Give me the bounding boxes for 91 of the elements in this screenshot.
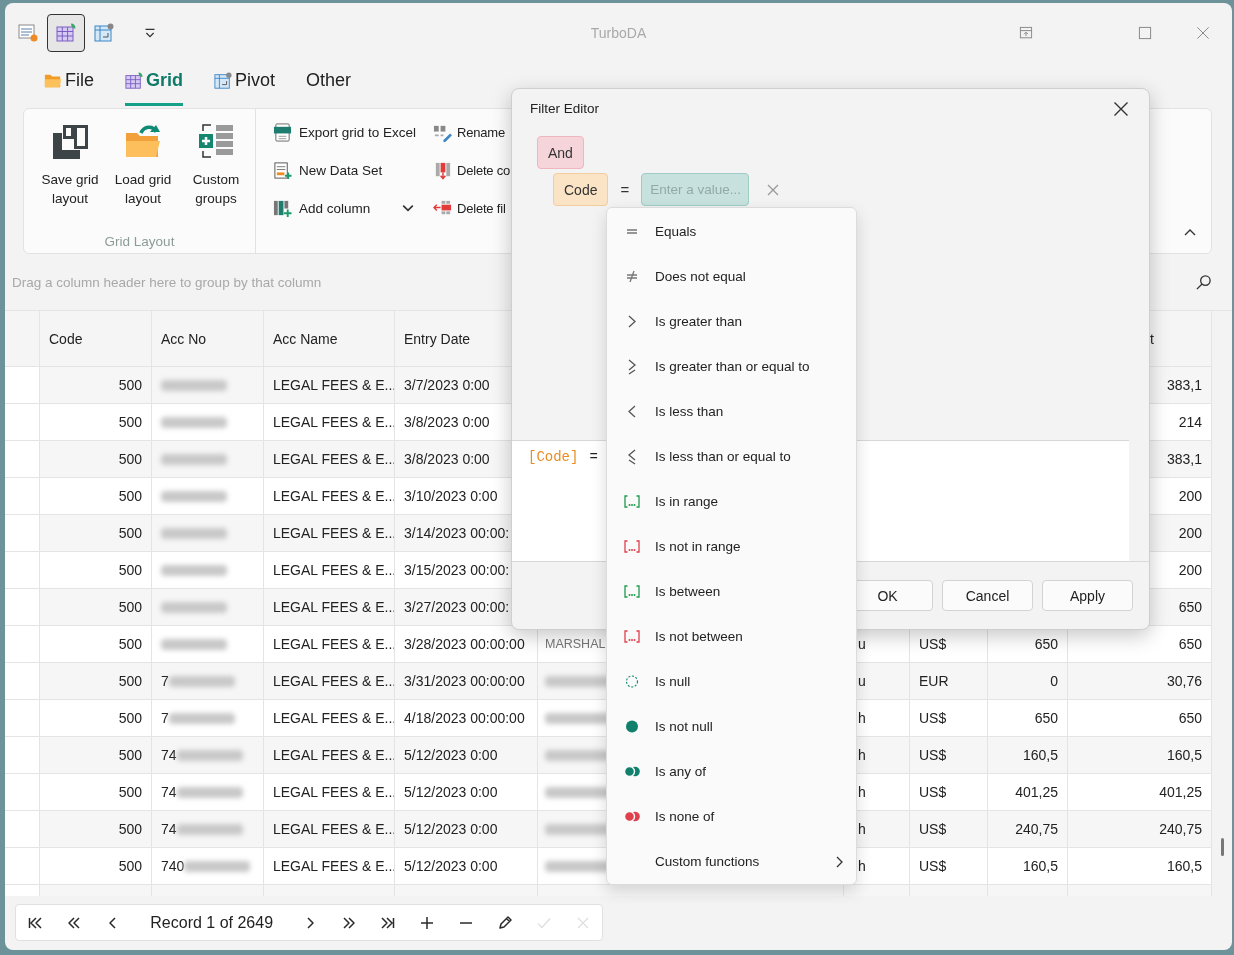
table-cell: 200 xyxy=(1178,488,1202,504)
expression-field: [Code] xyxy=(528,449,579,465)
table-cell: LEGAL FEES & E... xyxy=(273,525,394,541)
table-cell: 500 xyxy=(118,673,142,689)
table-cell: 3/10/2023 0:00 xyxy=(404,488,498,504)
table-cell: 160,5 xyxy=(1022,747,1058,763)
table-cell: h xyxy=(858,747,866,763)
table-cell: 5/12/2023 0:00 xyxy=(404,784,498,800)
account-number: 74 xyxy=(161,821,177,837)
table-cell: 5/12/2023 0:00 xyxy=(404,821,498,837)
table-cell: US$ xyxy=(919,784,947,800)
table-cell: 160,5 xyxy=(1022,858,1058,874)
table-cell: 401,25 xyxy=(1015,784,1058,800)
table-cell: 650 xyxy=(1034,710,1058,726)
table-cell: US$ xyxy=(919,636,947,652)
table-cell: 500 xyxy=(118,562,142,578)
window-title: TurboDA xyxy=(590,24,647,41)
table-cell: 500 xyxy=(118,525,142,541)
record-counter: Record 1 of 2649 xyxy=(149,912,275,933)
account-number: 7 xyxy=(161,673,169,689)
table-cell: 500 xyxy=(118,784,142,800)
table-cell: US$ xyxy=(919,710,947,726)
dialog-title: Filter Editor xyxy=(530,101,601,116)
table-cell: 650 xyxy=(1034,636,1058,652)
table-cell: 240,75 xyxy=(1159,821,1202,837)
table-cell: 240,75 xyxy=(1015,821,1058,837)
table-cell: 500 xyxy=(118,710,142,726)
table-cell: 0 xyxy=(1050,673,1058,689)
table-cell: 500 xyxy=(118,821,142,837)
table-cell: LEGAL FEES & E... xyxy=(273,747,394,763)
table-cell: u xyxy=(858,636,866,652)
table-cell: LEGAL FEES & E... xyxy=(273,673,394,689)
table-cell: 3/8/2023 0:00 xyxy=(404,451,490,467)
table-cell: LEGAL FEES & E... xyxy=(273,451,394,467)
table-cell: 200 xyxy=(1178,525,1202,541)
table-cell: 200 xyxy=(1178,562,1202,578)
table-cell: 30,76 xyxy=(1166,673,1202,689)
table-cell: US$ xyxy=(919,747,947,763)
table-cell: 3/7/2023 0:00 xyxy=(404,377,490,393)
table-cell: LEGAL FEES & E... xyxy=(273,414,394,430)
table-cell: h xyxy=(858,710,866,726)
table-cell: 500 xyxy=(118,599,142,615)
account-number: 7 xyxy=(161,710,169,726)
account-number: 740 xyxy=(161,858,185,874)
table-cell: 3/8/2023 0:00 xyxy=(404,414,490,430)
table-cell: LEGAL FEES & E... xyxy=(273,858,394,874)
table-cell: LEGAL FEES & E... xyxy=(273,784,394,800)
table-cell: LEGAL FEES & E... xyxy=(273,636,394,652)
table-cell: EUR xyxy=(919,673,949,689)
table-cell: h xyxy=(858,784,866,800)
table-cell: LEGAL FEES & E... xyxy=(273,710,394,726)
table-cell: 500 xyxy=(118,488,142,504)
table-cell: 650 xyxy=(1178,599,1202,615)
table-cell: 650 xyxy=(1178,636,1202,652)
table-cell: LEGAL FEES & E... xyxy=(273,599,394,615)
table-cell: LEGAL FEES & E... xyxy=(273,821,394,837)
table-cell: 500 xyxy=(118,636,142,652)
table-cell: 3/28/2023 00:00:00 xyxy=(404,636,525,652)
account-number: 74 xyxy=(161,784,177,800)
expression-operator: = xyxy=(589,449,598,465)
account-number: 74 xyxy=(161,747,177,763)
table-cell: 500 xyxy=(118,858,142,874)
table-cell: 4/18/2023 00:00:00 xyxy=(404,710,525,726)
table-cell: US$ xyxy=(919,821,947,837)
table-cell: 500 xyxy=(118,451,142,467)
table-cell: u xyxy=(858,673,866,689)
table-cell: US$ xyxy=(919,858,947,874)
table-cell: LEGAL FEES & E... xyxy=(273,488,394,504)
table-cell: 401,25 xyxy=(1159,784,1202,800)
table-cell: LEGAL FEES & E... xyxy=(273,562,394,578)
table-cell: LEGAL FEES & E... xyxy=(273,377,394,393)
table-cell: 214 xyxy=(1178,414,1202,430)
table-cell: 500 xyxy=(118,377,142,393)
table-cell: 500 xyxy=(118,414,142,430)
group-panel-hint: Drag a column header here to group by that column xyxy=(12,274,322,290)
table-cell: 650 xyxy=(1178,710,1202,726)
table-cell: 3/14/2023 00:00: xyxy=(404,525,510,541)
table-cell: 383,1 xyxy=(1166,451,1202,467)
table-cell: h xyxy=(858,858,866,874)
table-cell: 383,1 xyxy=(1166,377,1202,393)
table-cell: 500 xyxy=(118,747,142,763)
table-cell: 3/15/2023 00:00: xyxy=(404,562,510,578)
group-label: Grid Layout xyxy=(103,234,176,251)
table-cell: MARSHAL xyxy=(545,637,606,651)
table-cell: 160,5 xyxy=(1166,747,1202,763)
table-cell: h xyxy=(858,821,866,837)
table-cell: 5/12/2023 0:00 xyxy=(404,747,498,763)
table-cell: 160,5 xyxy=(1166,858,1202,874)
table-cell: 3/31/2023 00:00:00 xyxy=(404,673,525,689)
table-cell: 3/27/2023 00:00: xyxy=(404,599,510,615)
table-cell: 5/12/2023 0:00 xyxy=(404,858,498,874)
